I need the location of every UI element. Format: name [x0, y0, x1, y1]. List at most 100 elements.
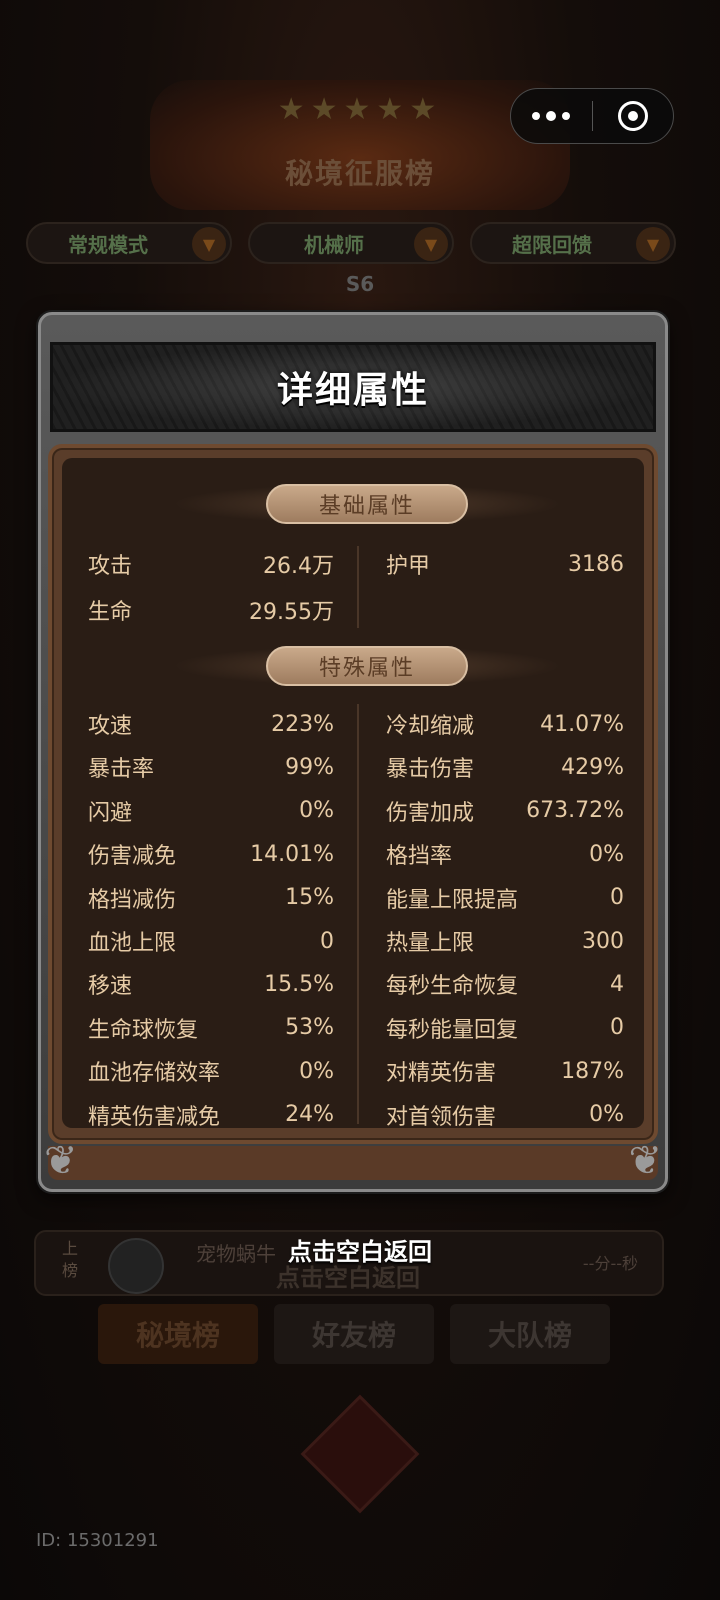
stat-value: 0% — [589, 1102, 624, 1128]
stat-value: 187% — [561, 1058, 624, 1084]
stat-label: 血池存储效率 — [88, 1061, 221, 1087]
battle-icon — [300, 1394, 420, 1514]
stat-row: 格挡率 0% — [386, 834, 624, 874]
stat-value: 0 — [320, 928, 334, 954]
stat-row: 能量上限提高 0 — [386, 878, 624, 918]
section-basic: 基础属性 — [266, 484, 468, 524]
stat-value: 4 — [610, 971, 624, 997]
stat-label: 攻击 — [88, 554, 133, 579]
section-special: 特殊属性 — [266, 646, 468, 686]
stat-row: 伤害加成 673.72% — [386, 791, 624, 831]
stat-label: 格挡率 — [386, 844, 453, 870]
stat-value: 300 — [582, 928, 624, 954]
mode-filter[interactable]: 常规模式 ▼ — [26, 222, 232, 264]
stat-value: 24% — [285, 1102, 334, 1128]
class-filter-label: 机械师 — [304, 232, 364, 257]
stat-value: 14.01% — [250, 841, 334, 867]
stat-row: 攻速 223% — [88, 704, 334, 744]
stat-value: 0% — [299, 798, 334, 824]
stat-label: 格挡减伤 — [88, 887, 177, 913]
corner-ornament-icon: ❦ — [628, 1138, 662, 1184]
stat-row: 攻击 26.4万 — [88, 544, 334, 584]
more-button[interactable] — [511, 89, 592, 143]
stat-label: 精英伤害减免 — [88, 1104, 221, 1130]
stat-row: 生命 29.55万 — [88, 590, 334, 630]
dismiss-hint[interactable]: 点击空白返回 — [0, 1232, 720, 1267]
tab-team[interactable]: 大队榜 — [450, 1304, 610, 1364]
stat-label: 暴击伤害 — [386, 757, 475, 783]
stat-value: 53% — [285, 1015, 334, 1041]
dialog-header: 详细属性 — [50, 342, 656, 432]
chevron-down-icon: ▼ — [636, 227, 670, 261]
stat-label: 闪避 — [88, 800, 133, 826]
detail-attributes-dialog: 详细属性 基础属性 攻击 26.4万 生命 29.55万 护甲 3186 特殊属… — [38, 312, 668, 1192]
mode-filter-label: 常规模式 — [68, 232, 148, 257]
tab-secret-realm[interactable]: 秘境榜 — [98, 1304, 258, 1364]
stat-row: 血池上限 0 — [88, 921, 334, 961]
dialog-title: 详细属性 — [276, 370, 429, 411]
stat-row: 暴击伤害 429% — [386, 747, 624, 787]
stat-label: 暴击率 — [88, 757, 155, 783]
stat-row: 每秒能量回复 0 — [386, 1008, 624, 1048]
stat-row: 精英伤害减免 24% — [88, 1095, 334, 1135]
tab-friends[interactable]: 好友榜 — [274, 1304, 434, 1364]
more-icon — [532, 112, 541, 120]
stat-row: 每秒生命恢复 4 — [386, 964, 624, 1004]
stat-label: 护甲 — [386, 554, 431, 579]
stat-row: 对首领伤害 0% — [386, 1095, 624, 1135]
dialog-body: 基础属性 攻击 26.4万 生命 29.55万 护甲 3186 特殊属性 攻速 2… — [48, 444, 658, 1144]
stat-value: 223% — [271, 711, 334, 737]
stat-row: 格挡减伤 15% — [88, 878, 334, 918]
stat-label: 伤害减免 — [88, 844, 177, 870]
stat-row: 生命球恢复 53% — [88, 1008, 334, 1048]
event-filter-label: 超限回馈 — [512, 232, 592, 257]
corner-ornament-icon: ❦ — [44, 1138, 78, 1184]
stat-value: 26.4万 — [263, 554, 334, 579]
stat-label: 生命球恢复 — [88, 1017, 199, 1043]
stat-label: 攻速 — [88, 714, 133, 739]
stat-label: 移速 — [88, 974, 133, 1000]
close-miniprogram-button[interactable] — [593, 89, 674, 143]
miniprogram-capsule — [510, 88, 674, 144]
stat-label: 伤害加成 — [386, 800, 475, 826]
stat-row: 血池存储效率 0% — [88, 1051, 334, 1091]
stat-value: 41.07% — [540, 711, 624, 737]
stat-row: 冷却缩减 41.07% — [386, 704, 624, 744]
stat-row: 护甲 3186 — [386, 544, 624, 584]
stat-value: 673.72% — [526, 798, 624, 824]
dialog-footer — [48, 1146, 658, 1180]
target-icon — [617, 101, 648, 131]
leaderboard-title: 秘境征服榜 — [284, 157, 435, 190]
event-filter[interactable]: 超限回馈 ▼ — [470, 222, 676, 264]
stat-row: 对精英伤害 187% — [386, 1051, 624, 1091]
stat-row: 闪避 0% — [88, 791, 334, 831]
stat-row: 热量上限 300 — [386, 921, 624, 961]
stat-value: 0% — [299, 1058, 334, 1084]
stat-value: 0 — [610, 885, 624, 911]
stat-label: 血池上限 — [88, 931, 177, 956]
stat-label: 每秒生命恢复 — [386, 974, 519, 1000]
stat-label: 冷却缩减 — [386, 714, 475, 739]
class-filter[interactable]: 机械师 ▼ — [248, 222, 454, 264]
stat-value: 3186 — [568, 551, 624, 577]
stat-row: 伤害减免 14.01% — [88, 834, 334, 874]
stat-value: 0 — [610, 1015, 624, 1041]
column-divider — [357, 704, 359, 1124]
player-id: ID: 15301291 — [36, 1530, 159, 1551]
stat-value: 0% — [589, 841, 624, 867]
column-divider — [357, 546, 359, 628]
stat-value: 15.5% — [264, 971, 334, 997]
stat-row: 暴击率 99% — [88, 747, 334, 787]
chevron-down-icon: ▼ — [192, 227, 226, 261]
stat-value: 99% — [285, 754, 334, 780]
stat-label: 能量上限提高 — [386, 887, 519, 913]
season-badge: S6 — [345, 272, 375, 296]
stat-label: 对精英伤害 — [386, 1061, 497, 1087]
stat-value: 15% — [285, 885, 334, 911]
chevron-down-icon: ▼ — [414, 227, 448, 261]
stat-row: 移速 15.5% — [88, 964, 334, 1004]
stat-label: 热量上限 — [386, 931, 475, 956]
stats-panel: 基础属性 攻击 26.4万 生命 29.55万 护甲 3186 特殊属性 攻速 2… — [62, 458, 644, 1130]
stat-label: 对首领伤害 — [386, 1104, 497, 1130]
stat-value: 29.55万 — [249, 600, 334, 625]
